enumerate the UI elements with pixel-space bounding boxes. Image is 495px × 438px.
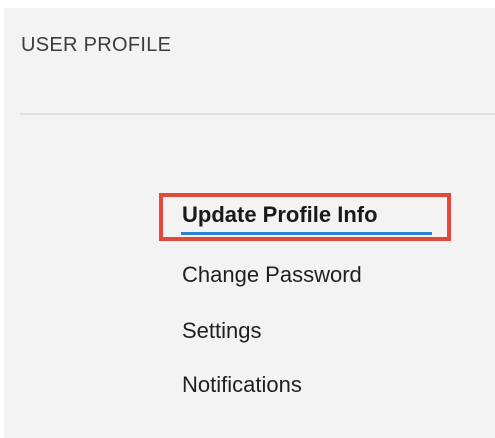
active-item-underline [181,232,432,235]
page-title: USER PROFILE [21,34,172,56]
divider [20,113,495,115]
menu-item-update-profile-info[interactable]: Update Profile Info [182,202,378,228]
menu-item-settings[interactable]: Settings [182,318,262,344]
menu-item-change-password[interactable]: Change Password [182,262,362,288]
menu-item-notifications[interactable]: Notifications [182,372,302,398]
top-strip [0,0,495,8]
